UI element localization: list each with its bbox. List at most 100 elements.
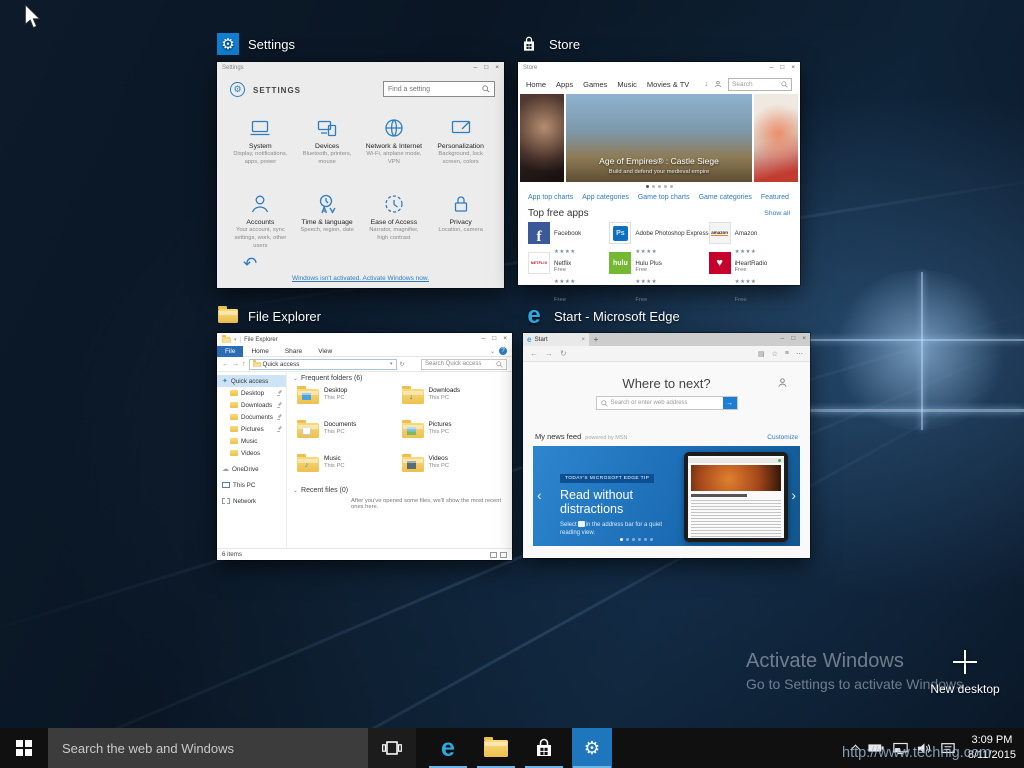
up-icon[interactable]: ↑ — [242, 361, 246, 368]
store-nav-home[interactable]: Home — [526, 80, 546, 89]
more-actions-icon[interactable]: ⋯ — [796, 350, 803, 358]
store-hero-slide-previous[interactable] — [520, 94, 564, 182]
help-icon[interactable]: ? — [499, 347, 507, 355]
nav-item-onedrive[interactable]: ☁OneDrive — [217, 463, 286, 475]
ribbon-tab-share[interactable]: Share — [277, 346, 310, 357]
find-a-setting-input[interactable]: Find a setting — [383, 81, 495, 97]
nav-item-desktop[interactable]: Desktop — [217, 387, 286, 399]
close-icon[interactable] — [503, 336, 507, 343]
store-nav-movies-tv[interactable]: Movies & TV — [647, 80, 689, 89]
window-controls[interactable] — [770, 65, 795, 72]
frequent-folders-header[interactable]: Frequent folders (6) — [293, 375, 506, 382]
recent-files-header[interactable]: Recent files (0) — [293, 487, 506, 494]
nav-item-network[interactable]: Network — [217, 495, 286, 507]
refresh-icon[interactable]: ↻ — [400, 361, 405, 368]
explorer-search-input[interactable]: Search Quick access — [421, 359, 507, 370]
carousel-next-icon[interactable]: › — [791, 488, 796, 502]
ribbon-tab-file[interactable]: File — [217, 346, 243, 357]
folder-tile-pictures[interactable]: PicturesThis PC — [402, 421, 507, 449]
minimize-icon[interactable] — [474, 65, 478, 72]
customize-link[interactable]: Customize — [767, 434, 798, 441]
close-tab-icon[interactable]: × — [581, 337, 585, 343]
carousel-previous-icon[interactable]: ‹ — [537, 488, 542, 502]
ribbon-tab-view[interactable]: View — [310, 346, 340, 357]
file-explorer-window-thumbnail[interactable]: ▾ | File Explorer File Home Share View ⌄… — [217, 333, 512, 560]
maximize-icon[interactable] — [492, 336, 496, 343]
edge-tab-start[interactable]: e Start × — [523, 333, 589, 346]
window-controls[interactable] — [781, 333, 810, 346]
settings-tile-devices[interactable]: Devices Bluetooth, printers, mouse — [294, 114, 361, 184]
maximize-icon[interactable] — [484, 65, 488, 72]
edge-tip-card[interactable]: ‹ › TODAY'S MICROSOFT EDGE TIP Read with… — [533, 446, 800, 546]
store-app-hulu-plus[interactable]: Hulu Plus★★★★Free — [609, 252, 708, 278]
thumbnails-view-icon[interactable] — [500, 552, 507, 558]
folder-tile-downloads[interactable]: DownloadsThis PC — [402, 387, 507, 415]
minimize-icon[interactable] — [781, 336, 785, 343]
start-button[interactable] — [0, 728, 48, 768]
chevron-down-icon[interactable]: ▾ — [390, 361, 393, 367]
taskbar-edge-button[interactable]: e — [428, 728, 468, 768]
thumbnail-label-edge[interactable]: e Start - Microsoft Edge — [523, 305, 680, 327]
battery-icon[interactable] — [868, 742, 884, 754]
ribbon-expand-icon[interactable]: ⌄ — [490, 348, 495, 355]
forward-icon[interactable]: → — [232, 361, 239, 368]
taskbar-store-button[interactable] — [524, 728, 564, 768]
store-app-netflix[interactable]: Netflix★★★★Free — [528, 252, 609, 278]
favorites-star-icon[interactable]: ☆ — [772, 350, 778, 358]
thumbnail-label-file-explorer[interactable]: File Explorer — [217, 305, 321, 327]
ribbon-tab-home[interactable]: Home — [243, 346, 276, 357]
minimize-icon[interactable] — [482, 336, 486, 343]
refresh-icon[interactable]: ↻ — [560, 349, 567, 358]
store-search-input[interactable]: Search — [728, 78, 792, 91]
window-controls[interactable] — [474, 65, 499, 72]
thumbnail-label-settings[interactable]: ⚙ Settings — [217, 33, 295, 55]
close-icon[interactable] — [802, 336, 806, 343]
window-controls[interactable] — [482, 336, 507, 343]
taskbar-file-explorer-button[interactable] — [476, 728, 516, 768]
maximize-icon[interactable] — [780, 65, 784, 72]
maximize-icon[interactable] — [791, 336, 795, 343]
nav-item-documents[interactable]: Documents — [217, 411, 286, 423]
action-center-icon[interactable] — [941, 742, 955, 755]
minimize-icon[interactable] — [770, 65, 774, 72]
nav-item-music[interactable]: Music — [217, 435, 286, 447]
reading-view-icon[interactable]: ▤ — [758, 350, 765, 358]
nav-item-pictures[interactable]: Pictures — [217, 423, 286, 435]
store-link-game-categories[interactable]: Game categories — [699, 194, 752, 201]
taskbar-clock[interactable]: 3:09 PM 8/11/2015 — [964, 733, 1016, 763]
store-hero-carousel[interactable]: Age of Empires® : Castle Siege Build and… — [518, 94, 800, 182]
settings-tile-time-language[interactable]: Time & language Speech, region, date — [294, 190, 361, 260]
edge-search-input[interactable]: Search or enter web address → — [596, 396, 738, 410]
taskbar-search-input[interactable]: Search the web and Windows — [48, 728, 368, 768]
hub-icon[interactable]: ≡ — [785, 350, 789, 358]
store-show-all-link[interactable]: Show all — [764, 210, 790, 217]
folder-tile-music[interactable]: MusicThis PC — [297, 455, 402, 483]
edge-window-thumbnail[interactable]: e Start × + ← → ↻ ▤ ☆ ≡ ⋯ Where to next?… — [523, 333, 810, 558]
store-app-facebook[interactable]: Facebook★★★★Free — [528, 222, 609, 248]
show-hidden-icons-chevron[interactable] — [850, 745, 860, 755]
store-nav-apps[interactable]: Apps — [556, 80, 573, 89]
settings-tile-ease-of-access[interactable]: Ease of Access Narrator, magnifier, high… — [361, 190, 428, 260]
store-hero-slide-active[interactable]: Age of Empires® : Castle Siege Build and… — [566, 94, 752, 182]
downloads-icon[interactable]: ↓ — [705, 81, 709, 88]
taskbar-settings-button[interactable]: ⚙ — [572, 728, 612, 768]
view-toggle-icons[interactable] — [490, 552, 507, 558]
folder-tile-videos[interactable]: VideosThis PC — [402, 455, 507, 483]
settings-tile-personalization[interactable]: Personalization Background, lock screen,… — [427, 114, 494, 184]
nav-item-quick-access[interactable]: ✦Quick access — [217, 375, 286, 387]
settings-window-thumbnail[interactable]: Settings ⚙ SETTINGS Find a setting Syste… — [217, 62, 504, 288]
store-nav-music[interactable]: Music — [617, 80, 637, 89]
settings-activation-link[interactable]: Windows isn't activated. Activate Window… — [217, 275, 504, 282]
back-icon[interactable]: ← — [530, 349, 538, 358]
nav-item-downloads[interactable]: Downloads — [217, 399, 286, 411]
user-icon[interactable] — [714, 80, 722, 88]
close-icon[interactable] — [495, 65, 499, 72]
close-icon[interactable] — [791, 65, 795, 72]
address-box[interactable]: Quick access ▾ — [249, 359, 397, 370]
store-nav-games[interactable]: Games — [583, 80, 607, 89]
details-view-icon[interactable] — [490, 552, 497, 558]
store-link-app-top-charts[interactable]: App top charts — [528, 194, 573, 201]
store-window-thumbnail[interactable]: Store Home Apps Games Music Movies & TV … — [518, 62, 800, 285]
speaker-icon[interactable] — [917, 742, 932, 755]
nav-item-videos[interactable]: Videos — [217, 447, 286, 459]
